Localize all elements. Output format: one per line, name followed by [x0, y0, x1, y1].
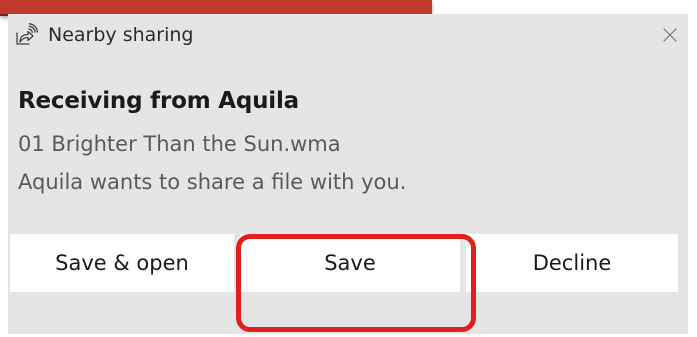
notification-message: Aquila wants to share a file with you.	[18, 170, 407, 194]
file-name: 01 Brighter Than the Sun.wma	[18, 132, 341, 156]
save-and-open-button[interactable]: Save & open	[10, 234, 234, 292]
save-button[interactable]: Save	[240, 234, 460, 292]
app-name: Nearby sharing	[48, 24, 194, 46]
decline-button[interactable]: Decline	[466, 234, 678, 292]
close-icon	[662, 27, 678, 43]
toast-header: Nearby sharing	[14, 20, 193, 50]
close-button[interactable]	[655, 20, 685, 50]
notification-title: Receiving from Aquila	[18, 88, 299, 114]
nearby-sharing-icon	[14, 23, 38, 47]
